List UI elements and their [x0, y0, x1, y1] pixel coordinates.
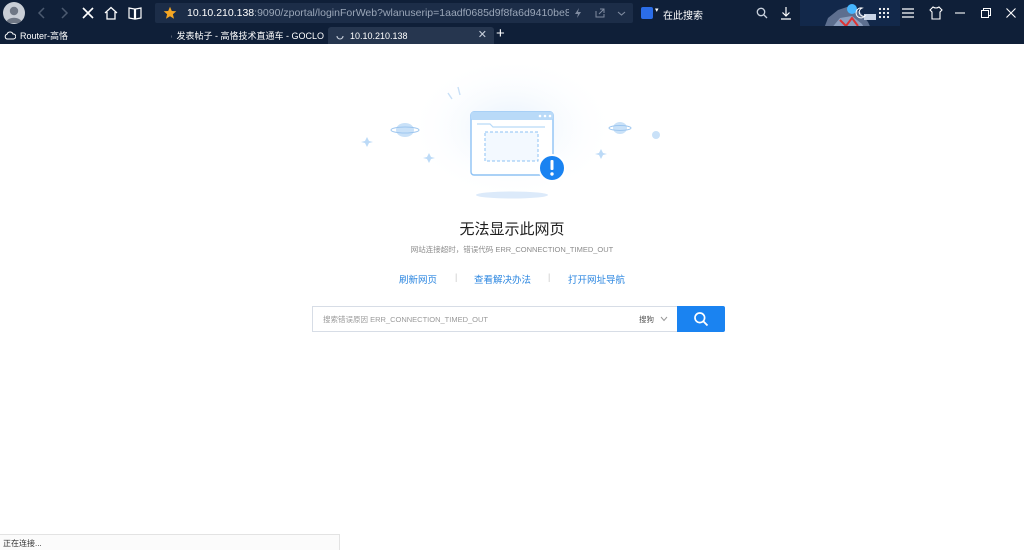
- book-icon: [128, 7, 142, 20]
- hamburger-menu-icon: [902, 8, 914, 18]
- shirt-icon: [929, 6, 943, 20]
- broken-page-icon: [361, 63, 660, 207]
- refresh-link[interactable]: 刷新网页: [399, 272, 437, 286]
- status-text: 正在连接...: [3, 539, 42, 548]
- navigation-link[interactable]: 打开网址导航: [568, 272, 625, 286]
- search-engine-icon[interactable]: [641, 7, 653, 19]
- forward-button[interactable]: [54, 3, 74, 23]
- lightning-icon[interactable]: [573, 8, 583, 18]
- search-engine-select[interactable]: 搜狗: [639, 314, 668, 325]
- tab-label: 发表帖子 - 高恪技术直通车 - GOCLO: [176, 31, 324, 41]
- status-bar: 正在连接...: [0, 534, 340, 550]
- address-bar[interactable]: 10.10.210.138:9090/zportal/loginForWeb?w…: [155, 3, 633, 23]
- reader-button[interactable]: [125, 3, 145, 23]
- url-text[interactable]: 10.10.210.138:9090/zportal/loginForWeb?w…: [187, 7, 569, 19]
- browser-toolbar: 10.10.210.138:9090/zportal/loginForWeb?w…: [0, 0, 1024, 44]
- error-subtitle: 网站连接超时，错误代码 ERR_CONNECTION_TIMED_OUT: [410, 245, 614, 254]
- search-icon: [694, 312, 709, 327]
- error-title: 无法显示此网页: [459, 221, 565, 238]
- download-button[interactable]: [776, 3, 796, 23]
- bookmark-router[interactable]: Router-高恪: [4, 29, 68, 42]
- engine-label: 搜狗: [639, 315, 654, 324]
- url-host: 10.10.210.138: [187, 7, 255, 19]
- menu-button[interactable]: [898, 3, 918, 23]
- back-button[interactable]: [32, 3, 52, 23]
- search-icon[interactable]: [756, 7, 768, 19]
- error-illustration: [350, 63, 680, 215]
- forward-arrow-icon: [61, 7, 69, 19]
- download-icon: [781, 7, 791, 20]
- error-search-box: 搜狗: [312, 306, 678, 332]
- tab-close-icon[interactable]: ✕: [478, 28, 487, 41]
- night-mode-button[interactable]: [850, 3, 870, 23]
- back-arrow-icon: [37, 7, 45, 19]
- close-icon: [1006, 8, 1016, 18]
- minimize-icon: [955, 12, 965, 14]
- skin-button[interactable]: [926, 3, 946, 23]
- restore-icon: [981, 8, 991, 18]
- home-icon: [104, 6, 118, 20]
- grid-dots-icon: [878, 7, 890, 19]
- restore-button[interactable]: [976, 3, 996, 23]
- loading-icon: [336, 35, 344, 39]
- tab-bar: Router-高恪 发表帖子 - 高恪技术直通车 - GOCLO 10.10.2…: [0, 25, 1024, 44]
- search-box[interactable]: ▾ 在此搜索: [636, 3, 778, 23]
- close-icon: [82, 7, 94, 19]
- error-search-button[interactable]: [677, 306, 725, 332]
- tab-active[interactable]: 10.10.210.138 ✕: [328, 27, 494, 44]
- moon-icon: [855, 7, 867, 19]
- url-path: :9090/zportal/loginForWeb?wlanuserip=1aa…: [254, 7, 569, 19]
- chevron-down-icon[interactable]: [617, 9, 626, 18]
- close-window-button[interactable]: [1001, 3, 1021, 23]
- star-icon[interactable]: [163, 6, 177, 20]
- solutions-link[interactable]: 查看解决办法: [474, 272, 531, 286]
- tab-label: 10.10.210.138: [350, 30, 408, 41]
- user-avatar[interactable]: [3, 2, 25, 24]
- bookmark-label: Router-高恪: [20, 31, 69, 41]
- apps-button[interactable]: [874, 3, 894, 23]
- error-search-input[interactable]: [313, 307, 623, 331]
- link-divider: |: [548, 272, 551, 282]
- share-icon[interactable]: [595, 8, 605, 18]
- stop-button[interactable]: [78, 3, 98, 23]
- chevron-down-icon: [660, 316, 668, 322]
- error-actions: 刷新网页 | 查看解决办法 | 打开网址导航: [0, 272, 1024, 286]
- link-divider: |: [455, 272, 458, 282]
- tab-goclo[interactable]: 发表帖子 - 高恪技术直通车 - GOCLO: [164, 27, 324, 44]
- user-icon: [6, 6, 22, 23]
- home-button[interactable]: [101, 3, 121, 23]
- minimize-button[interactable]: [950, 3, 970, 23]
- cloud-icon: [4, 31, 16, 40]
- engine-dropdown-icon[interactable]: ▾: [655, 6, 659, 14]
- search-placeholder: 在此搜索: [663, 11, 703, 22]
- new-tab-button[interactable]: +: [496, 25, 505, 42]
